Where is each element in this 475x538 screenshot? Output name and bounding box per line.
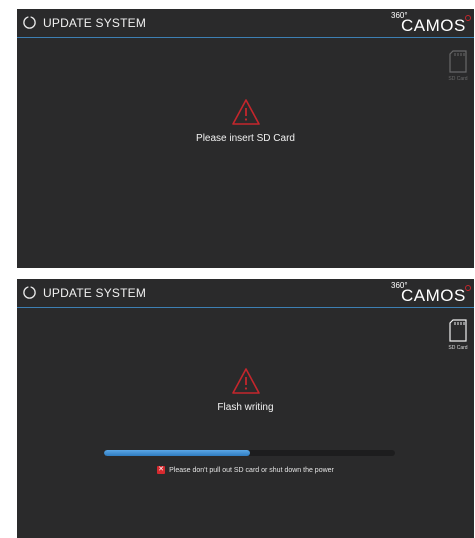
logo-mark-icon <box>465 15 471 21</box>
status-message: Flash writing <box>217 402 274 413</box>
sd-card-icon <box>449 50 467 73</box>
warning-triangle-icon <box>232 368 260 394</box>
title-group: UPDATE SYSTEM <box>22 285 146 300</box>
header-bar: UPDATE SYSTEM 360° CAMOS <box>17 9 474 38</box>
sd-card-status: SD Card <box>447 319 469 351</box>
sd-card-status: SD Card <box>447 50 469 82</box>
logo-name: CAMOS <box>401 286 466 305</box>
close-x-icon: ✕ <box>157 466 166 474</box>
page-title: UPDATE SYSTEM <box>43 15 147 30</box>
power-icon <box>23 285 36 299</box>
warning-triangle-icon <box>232 99 260 125</box>
logo-name: CAMOS <box>401 16 466 35</box>
title-group: UPDATE SYSTEM <box>22 15 146 30</box>
sd-card-icon <box>449 319 467 342</box>
camos-logo: 360° CAMOS <box>389 279 471 306</box>
update-screen-flash-writing: UPDATE SYSTEM 360° CAMOS SD Card Flash w… <box>17 279 474 538</box>
sd-card-label: SD Card <box>448 345 468 351</box>
update-screen-insert-card: UPDATE SYSTEM 360° CAMOS SD Card Please … <box>17 9 474 268</box>
status-message: Please insert SD Card <box>196 133 295 144</box>
power-icon <box>23 15 36 29</box>
logo-mark-icon <box>465 285 471 291</box>
sd-card-label: SD Card <box>448 76 468 82</box>
header-bar: UPDATE SYSTEM 360° CAMOS <box>17 279 474 308</box>
flash-progress-fill <box>104 450 250 456</box>
warning-notice-text: Please don't pull out SD card or shut do… <box>169 466 334 474</box>
page-title: UPDATE SYSTEM <box>43 285 147 300</box>
camos-logo: 360° CAMOS <box>389 9 471 36</box>
warning-notice: ✕ Please don't pull out SD card or shut … <box>17 466 474 474</box>
flash-progress-bar <box>104 450 395 456</box>
